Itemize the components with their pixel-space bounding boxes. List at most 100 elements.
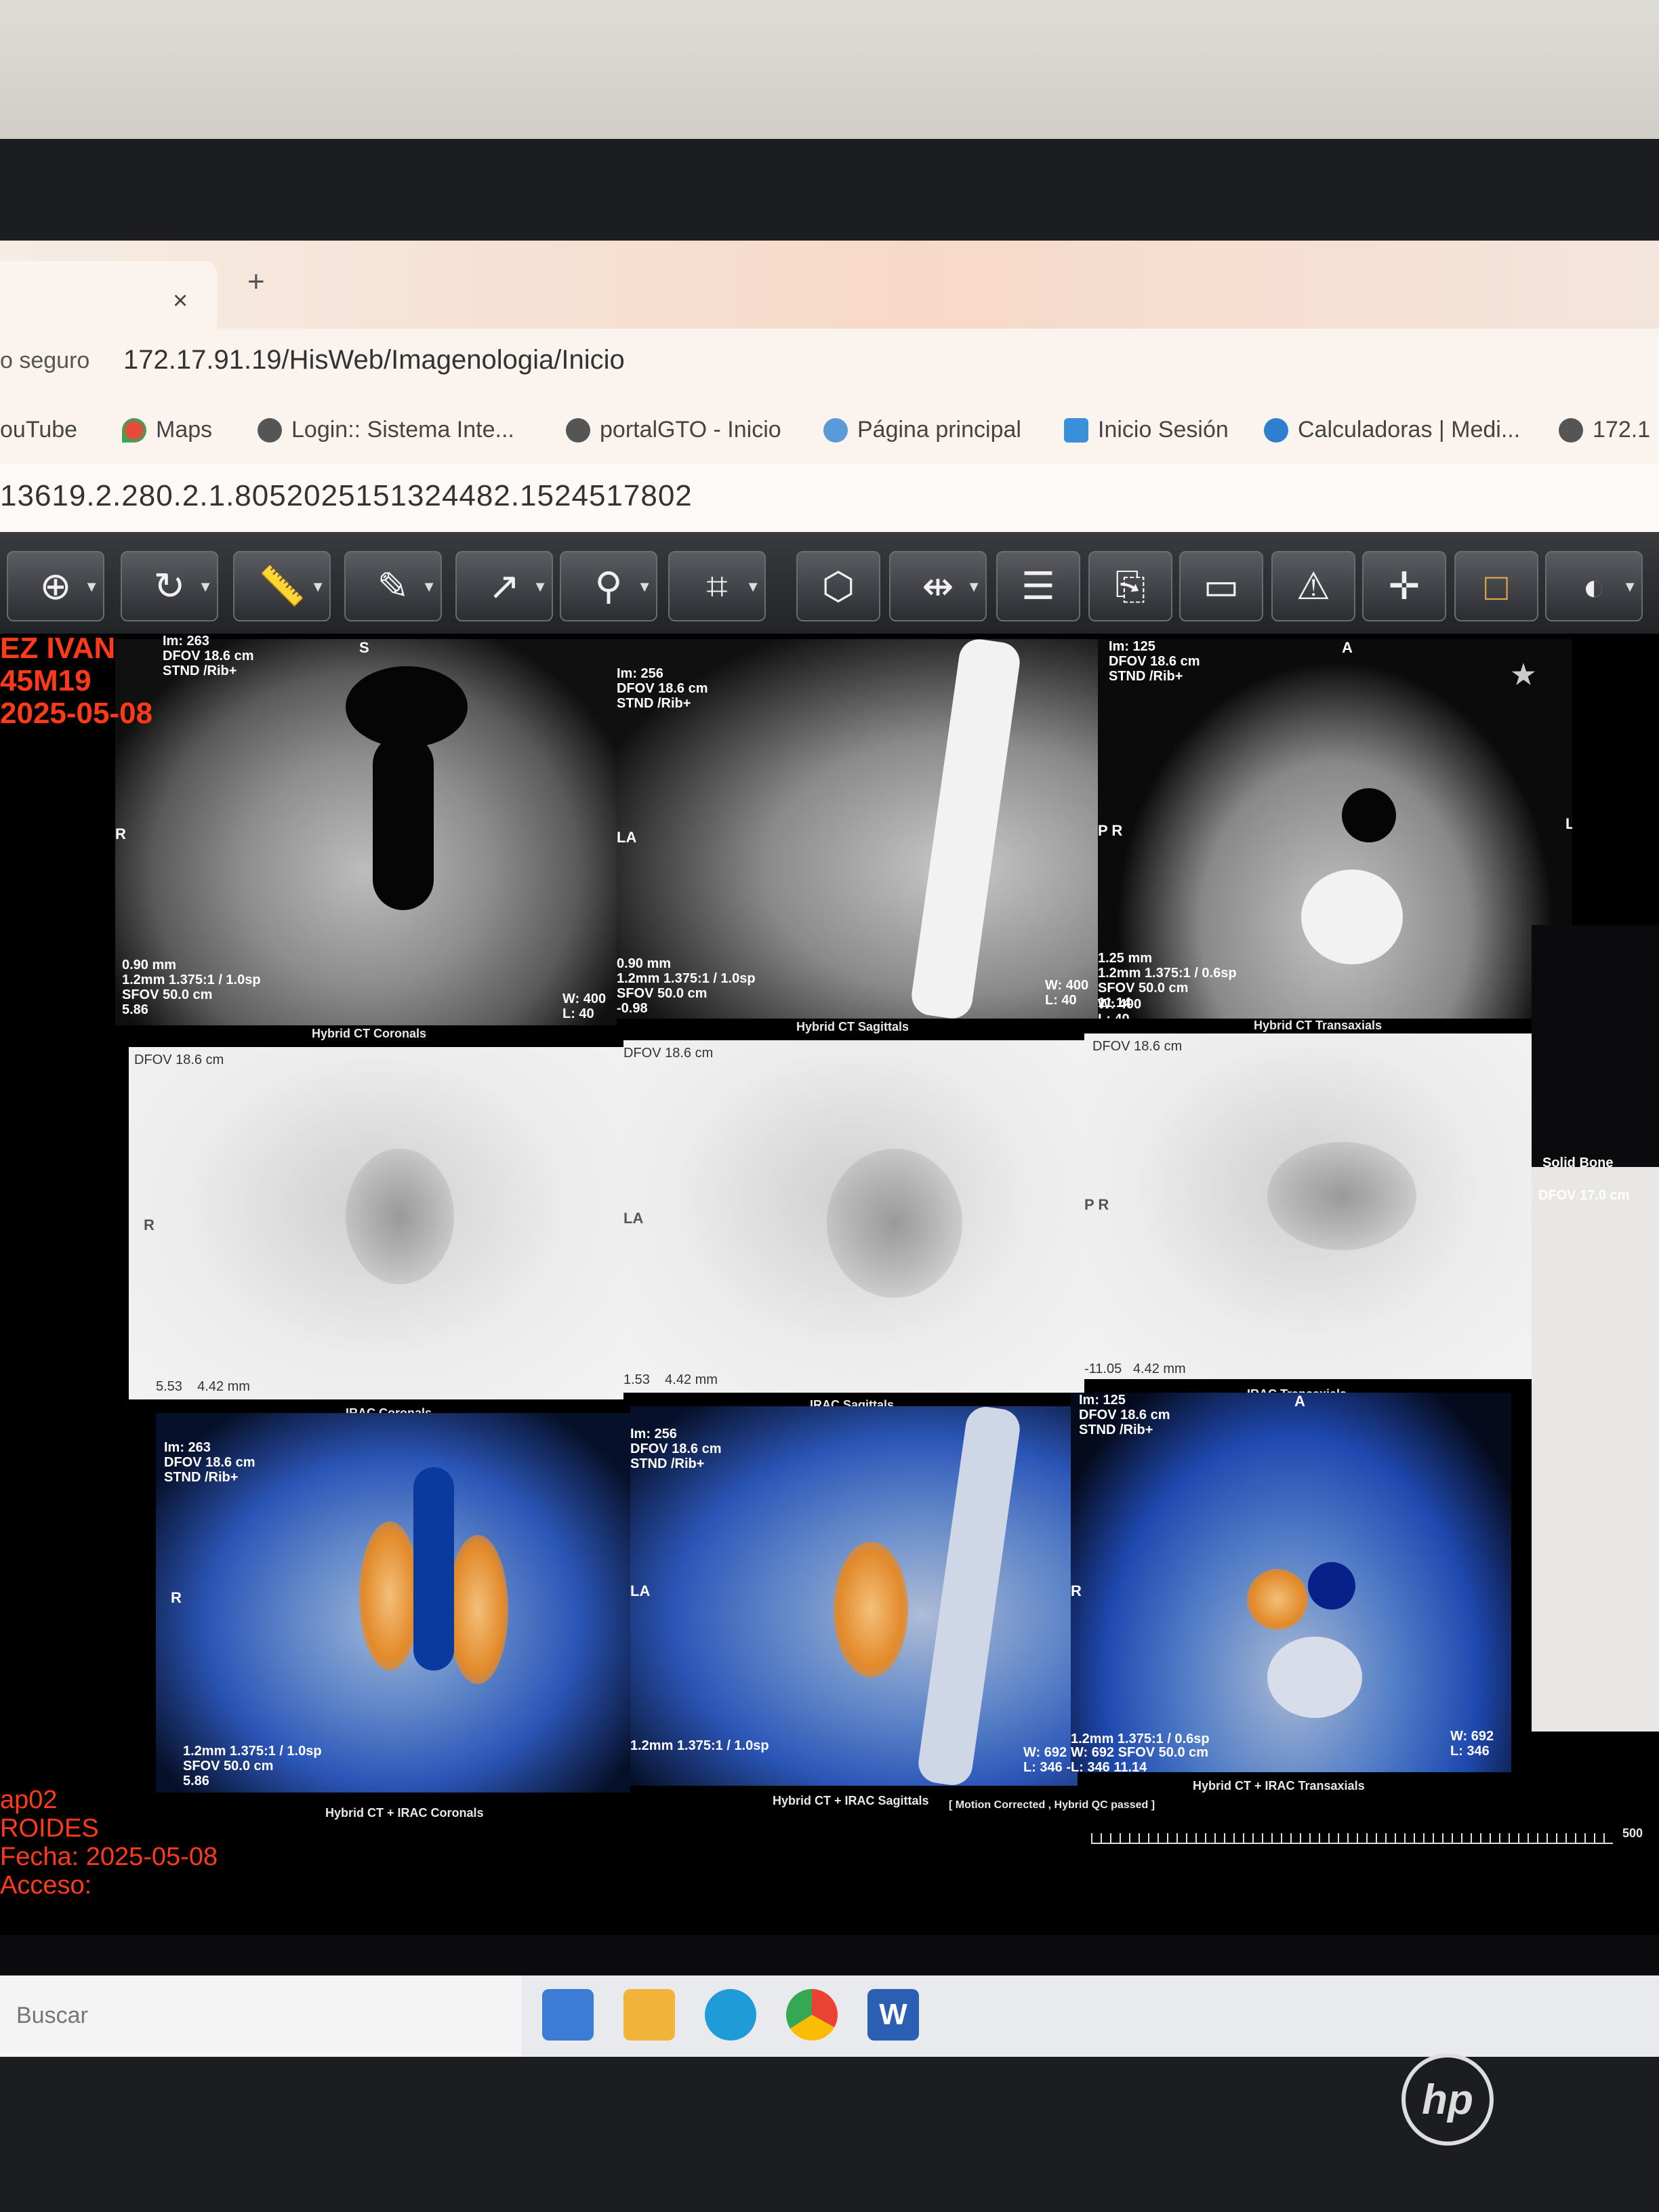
footer-date: Fecha: 2025-05-08 xyxy=(0,1843,218,1871)
export-icon[interactable]: ⎘ xyxy=(1088,551,1172,621)
bookmark-label: Página principal xyxy=(857,417,1021,443)
ct-transaxial-caption: Hybrid CT Transaxials xyxy=(1254,1019,1382,1032)
new-tab-button[interactable]: + xyxy=(247,265,265,299)
ct-transaxial-pane[interactable]: Im: 125 DFOV 18.6 cm STND /Rib+ A P R L … xyxy=(1098,639,1572,1019)
orientation-la: LA xyxy=(623,1210,644,1227)
cube-3d-icon[interactable]: ⬡ xyxy=(796,551,880,621)
annotate-icon[interactable]: ✎ ▼ xyxy=(344,551,442,621)
fused-transaxial-window-level: W: 692 SFOV 50.0 cm L: 346 11.14 xyxy=(1071,1745,1209,1772)
monitor-icon[interactable]: ▭ xyxy=(1179,551,1263,621)
irac-transaxial-pane[interactable]: DFOV 18.6 cm P R -11.05 4.42 mm xyxy=(1084,1033,1532,1379)
fused-transaxial-params: 1.2mm 1.375:1 / 0.6sp xyxy=(1071,1732,1210,1746)
spine xyxy=(916,1406,1023,1786)
dropdown-arrow-icon[interactable]: ▼ xyxy=(84,578,99,596)
irac-sagittal-pane[interactable]: DFOV 18.6 cm LA 1.53 4.42 mm xyxy=(623,1040,1084,1393)
ct-sagittal-params: 0.90 mm 1.2mm 1.375:1 / 1.0sp SFOV 50.0 … xyxy=(617,956,756,1016)
dropdown-arrow-icon[interactable]: ▼ xyxy=(637,578,652,596)
vertebra xyxy=(1301,869,1403,964)
crosshair-icon[interactable]: ✛ xyxy=(1362,551,1446,621)
dropdown-arrow-icon[interactable]: ▼ xyxy=(966,578,981,596)
fused-coronal-pane[interactable]: Im: 263 DFOV 18.6 cm STND /Rib+ R 1.2mm … xyxy=(156,1413,630,1793)
ct-transaxial-window-level: W: 400 L: 40 xyxy=(1098,997,1142,1019)
motion-correction-status: [ Motion Corrected , Hybrid QC passed ] xyxy=(949,1799,1155,1811)
orientation-la: LA xyxy=(630,1582,651,1599)
bookmark-inicio-sesion[interactable]: Inicio Sesión xyxy=(1064,417,1229,443)
scale-max-label: 500 xyxy=(1622,1826,1643,1840)
monitor-screen: × + o seguro 172.17.91.19/HisWeb/Imageno… xyxy=(0,241,1659,2057)
thyroid-uptake-left xyxy=(359,1521,420,1671)
word-app-icon[interactable]: W xyxy=(867,1989,919,2041)
dropdown-arrow-icon[interactable]: ▼ xyxy=(1622,578,1637,596)
bookmark-login-sistema[interactable]: Login:: Sistema Inte... xyxy=(258,417,514,443)
edge-browser-icon[interactable] xyxy=(705,1989,756,2041)
side-panel-info: DFOV 17.0 cm xyxy=(1538,1188,1630,1203)
orientation-right: R xyxy=(144,1216,155,1233)
ruler-icon[interactable]: 📏 ▼ xyxy=(233,551,331,621)
irac-coronal-info: DFOV 18.6 cm xyxy=(134,1052,224,1067)
warning-icon[interactable]: ⚠ xyxy=(1271,551,1355,621)
irac-coronal-pane[interactable]: DFOV 18.6 cm R 5.53 4.42 mm xyxy=(129,1047,623,1399)
irac-coronal-params: 5.53 4.42 mm xyxy=(156,1379,250,1394)
ct-coronal-pane[interactable]: S R 0.90 mm 1.2mm 1.375:1 / 1.0sp SFOV 5… xyxy=(115,639,617,1025)
dropdown-arrow-icon[interactable]: ▼ xyxy=(745,578,760,596)
site-icon xyxy=(823,417,848,443)
globe-icon xyxy=(258,417,282,443)
bookmark-pagina-principal[interactable]: Página principal xyxy=(823,417,1021,443)
ct-sagittal-pane[interactable]: Im: 256 DFOV 18.6 cm STND /Rib+ LA 0.90 … xyxy=(617,639,1105,1019)
tab-close-icon[interactable]: × xyxy=(173,287,188,316)
fused-coronal-caption: Hybrid CT + IRAC Coronals xyxy=(325,1806,484,1820)
thyroid-uptake xyxy=(834,1542,908,1677)
footer-line-1: ap02 xyxy=(0,1786,58,1814)
orientation-pr: P R xyxy=(1098,822,1123,839)
bookmark-label: Calculadoras | Medi... xyxy=(1298,417,1521,443)
security-indicator[interactable]: o seguro xyxy=(0,348,89,374)
dropdown-arrow-icon[interactable]: ▼ xyxy=(198,578,213,596)
fused-transaxial-info: Im: 125 DFOV 18.6 cm STND /Rib+ xyxy=(1079,1393,1170,1437)
scale-ruler xyxy=(1091,1833,1613,1844)
globe-icon xyxy=(566,417,590,443)
bookmark-portalgto[interactable]: portalGTO - Inicio xyxy=(566,417,781,443)
network-app-icon[interactable] xyxy=(542,1989,594,2041)
file-explorer-icon[interactable] xyxy=(623,1989,675,2041)
crop-icon[interactable]: ⌗ ▼ xyxy=(668,551,766,621)
ct-transaxial-info: Im: 125 DFOV 18.6 cm STND /Rib+ xyxy=(1109,639,1200,684)
vertebra xyxy=(1267,1637,1362,1718)
fused-sagittal-info: Im: 256 DFOV 18.6 cm STND /Rib+ xyxy=(630,1427,722,1471)
thyroid-uptake xyxy=(827,1149,962,1298)
footer-line-2: ROIDES xyxy=(0,1814,99,1843)
ct-coronal-params: 0.90 mm 1.2mm 1.375:1 / 1.0sp SFOV 50.0 … xyxy=(122,958,261,1017)
dropdown-arrow-icon[interactable]: ▼ xyxy=(422,578,436,596)
chrome-browser-icon[interactable] xyxy=(786,1989,838,2041)
fused-transaxial-pane[interactable]: Im: 125 DFOV 18.6 cm STND /Rib+ A R 1.2m… xyxy=(1071,1393,1511,1772)
dropdown-arrow-icon[interactable]: ▼ xyxy=(533,578,548,596)
bookmark-calculadoras[interactable]: Calculadoras | Medi... xyxy=(1264,417,1520,443)
taskbar-search[interactable]: Buscar xyxy=(0,1975,522,2057)
dropdown-arrow-icon[interactable]: ▼ xyxy=(310,578,325,596)
star-icon[interactable]: ★ xyxy=(1511,661,1536,689)
patient-id: 45M19 xyxy=(0,664,91,697)
orientation-anterior: A xyxy=(1342,639,1353,656)
url-field[interactable]: 172.17.91.19/HisWeb/Imagenologia/Inicio xyxy=(123,345,625,375)
ct-coronal-info: Im: 263 DFOV 18.6 cm STND /Rib+ xyxy=(163,634,254,678)
magnifier-icon[interactable]: ⚲ ▼ xyxy=(560,551,657,621)
roi-box-icon[interactable]: □ xyxy=(1454,551,1538,621)
ct-sagittal-info: Im: 256 DFOV 18.6 cm STND /Rib+ xyxy=(617,666,708,711)
bookmark-maps[interactable]: Maps xyxy=(122,417,212,443)
browser-tab[interactable]: × xyxy=(0,261,217,329)
fused-sagittal-pane[interactable]: Im: 256 DFOV 18.6 cm STND /Rib+ LA 1.2mm… xyxy=(630,1406,1078,1786)
zoom-icon[interactable]: ⊕ ▼ xyxy=(7,551,104,621)
palette-icon[interactable]: ◐ ▼ xyxy=(1545,551,1643,621)
orientation-la: LA xyxy=(617,829,637,846)
arrow-icon[interactable]: ↗ ▼ xyxy=(455,551,553,621)
rotate-icon[interactable]: ↻ ▼ xyxy=(121,551,218,621)
bookmark-ip[interactable]: 172.1 xyxy=(1559,417,1650,443)
address-bar[interactable]: o seguro 172.17.91.19/HisWeb/Imagenologi… xyxy=(0,329,1659,396)
fused-sagittal-caption: Hybrid CT + IRAC Sagittals xyxy=(773,1794,929,1807)
chest-xray-icon[interactable]: ☰ xyxy=(996,551,1080,621)
cursor-split-icon[interactable]: ⇹ ▼ xyxy=(889,551,987,621)
irac-sagittal-params: 1.53 4.42 mm xyxy=(623,1372,718,1387)
patient-name: EZ IVAN xyxy=(0,632,116,665)
fused-transaxial-caption: Hybrid CT + IRAC Transaxials xyxy=(1193,1779,1365,1793)
side-panel[interactable]: Solid Bone DFOV 17.0 cm xyxy=(1532,925,1659,1732)
bookmark-youtube[interactable]: ouTube xyxy=(0,417,77,443)
